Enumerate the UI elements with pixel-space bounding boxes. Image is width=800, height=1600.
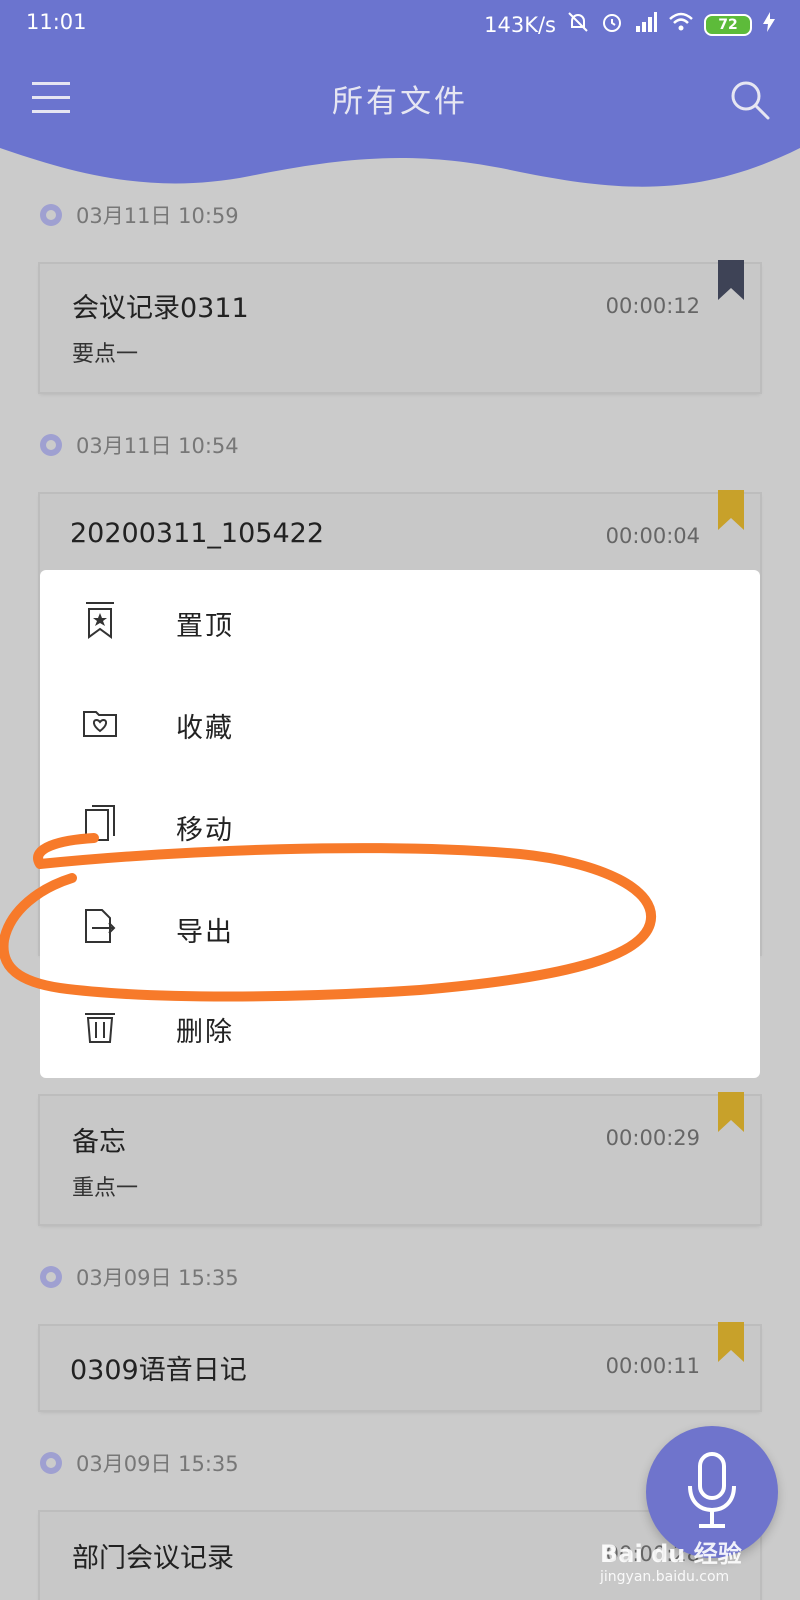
export-icon	[85, 909, 116, 943]
date-group-header: 03月11日 10:59	[40, 200, 239, 230]
date-label: 03月11日 10:59	[76, 204, 239, 228]
recording-note: 要点一	[72, 342, 139, 367]
menu-item-label: 移动	[176, 815, 234, 846]
recording-duration: 00:00:04	[605, 524, 700, 548]
wifi-icon	[668, 11, 694, 38]
menu-item-label: 删除	[176, 1017, 234, 1048]
recording-duration: 00:00:11	[605, 1354, 700, 1378]
menu-item-move[interactable]: 移动	[40, 774, 760, 874]
context-menu: 置顶 收藏 移动 导出 删除	[40, 570, 760, 1078]
mute-bell-icon	[566, 10, 590, 39]
menu-item-delete[interactable]: 删除	[40, 976, 760, 1076]
recording-title: 20200311_105422	[70, 518, 324, 549]
watermark-url: jingyan.baidu.com	[600, 1569, 730, 1585]
date-group-header: 03月11日 10:54	[40, 430, 239, 460]
timeline-dot-icon	[40, 434, 62, 456]
menu-item-label: 收藏	[176, 713, 234, 744]
bookmark-icon[interactable]	[718, 1092, 744, 1132]
status-icons: 143K/s 72	[484, 10, 776, 39]
signal-icon	[634, 10, 658, 39]
status-bar: 11:01 143K/s 72	[0, 0, 800, 48]
date-group-header: 03月09日 15:35	[40, 1262, 239, 1292]
recording-title: 0309语音日记	[70, 1355, 247, 1386]
menu-item-label: 置顶	[176, 611, 234, 642]
microphone-icon	[688, 1452, 736, 1528]
bookmark-icon[interactable]	[718, 490, 744, 530]
timeline-dot-icon	[40, 1452, 62, 1474]
trash-icon	[85, 1013, 115, 1043]
date-label: 03月09日 15:35	[76, 1452, 239, 1476]
menu-item-favorite[interactable]: 收藏	[40, 672, 760, 772]
charging-icon	[762, 11, 776, 38]
timeline-dot-icon	[40, 1266, 62, 1288]
menu-item-export[interactable]: 导出	[40, 876, 760, 976]
watermark-brand: Bai du 经验	[600, 1540, 742, 1568]
bookmark-icon[interactable]	[718, 260, 744, 300]
date-group-header: 03月09日 15:35	[40, 1448, 239, 1478]
alarm-icon	[600, 10, 624, 39]
network-speed: 143K/s	[484, 12, 556, 37]
battery-indicator: 72	[704, 13, 752, 36]
recording-title: 备忘	[72, 1127, 126, 1158]
search-icon[interactable]	[728, 78, 772, 122]
recording-title: 会议记录0311	[72, 293, 249, 324]
recording-card[interactable]: 备忘 重点一 00:00:29	[40, 1092, 760, 1224]
page-title: 所有文件	[332, 84, 468, 120]
recording-duration: 00:00:12	[605, 294, 700, 318]
recording-title: 部门会议记录	[72, 1543, 234, 1574]
menu-item-label: 导出	[176, 917, 234, 948]
status-time: 11:01	[26, 10, 87, 34]
watermark: Bai du 经验 jingyan.baidu.com	[600, 1534, 742, 1585]
move-icon	[85, 805, 115, 841]
pin-top-icon	[86, 602, 114, 639]
date-label: 03月09日 15:35	[76, 1266, 239, 1290]
recording-card[interactable]: 会议记录0311 要点一 00:00:12	[40, 260, 760, 392]
favorite-folder-icon	[83, 711, 117, 737]
recording-duration: 00:00:29	[605, 1126, 700, 1150]
date-label: 03月11日 10:54	[76, 434, 239, 458]
recording-note: 重点一	[72, 1176, 139, 1201]
timeline-dot-icon	[40, 204, 62, 226]
recording-card[interactable]: 0309语音日记 00:00:11	[40, 1322, 760, 1410]
menu-item-pin-top[interactable]: 置顶	[40, 570, 760, 670]
bookmark-icon[interactable]	[718, 1322, 744, 1362]
